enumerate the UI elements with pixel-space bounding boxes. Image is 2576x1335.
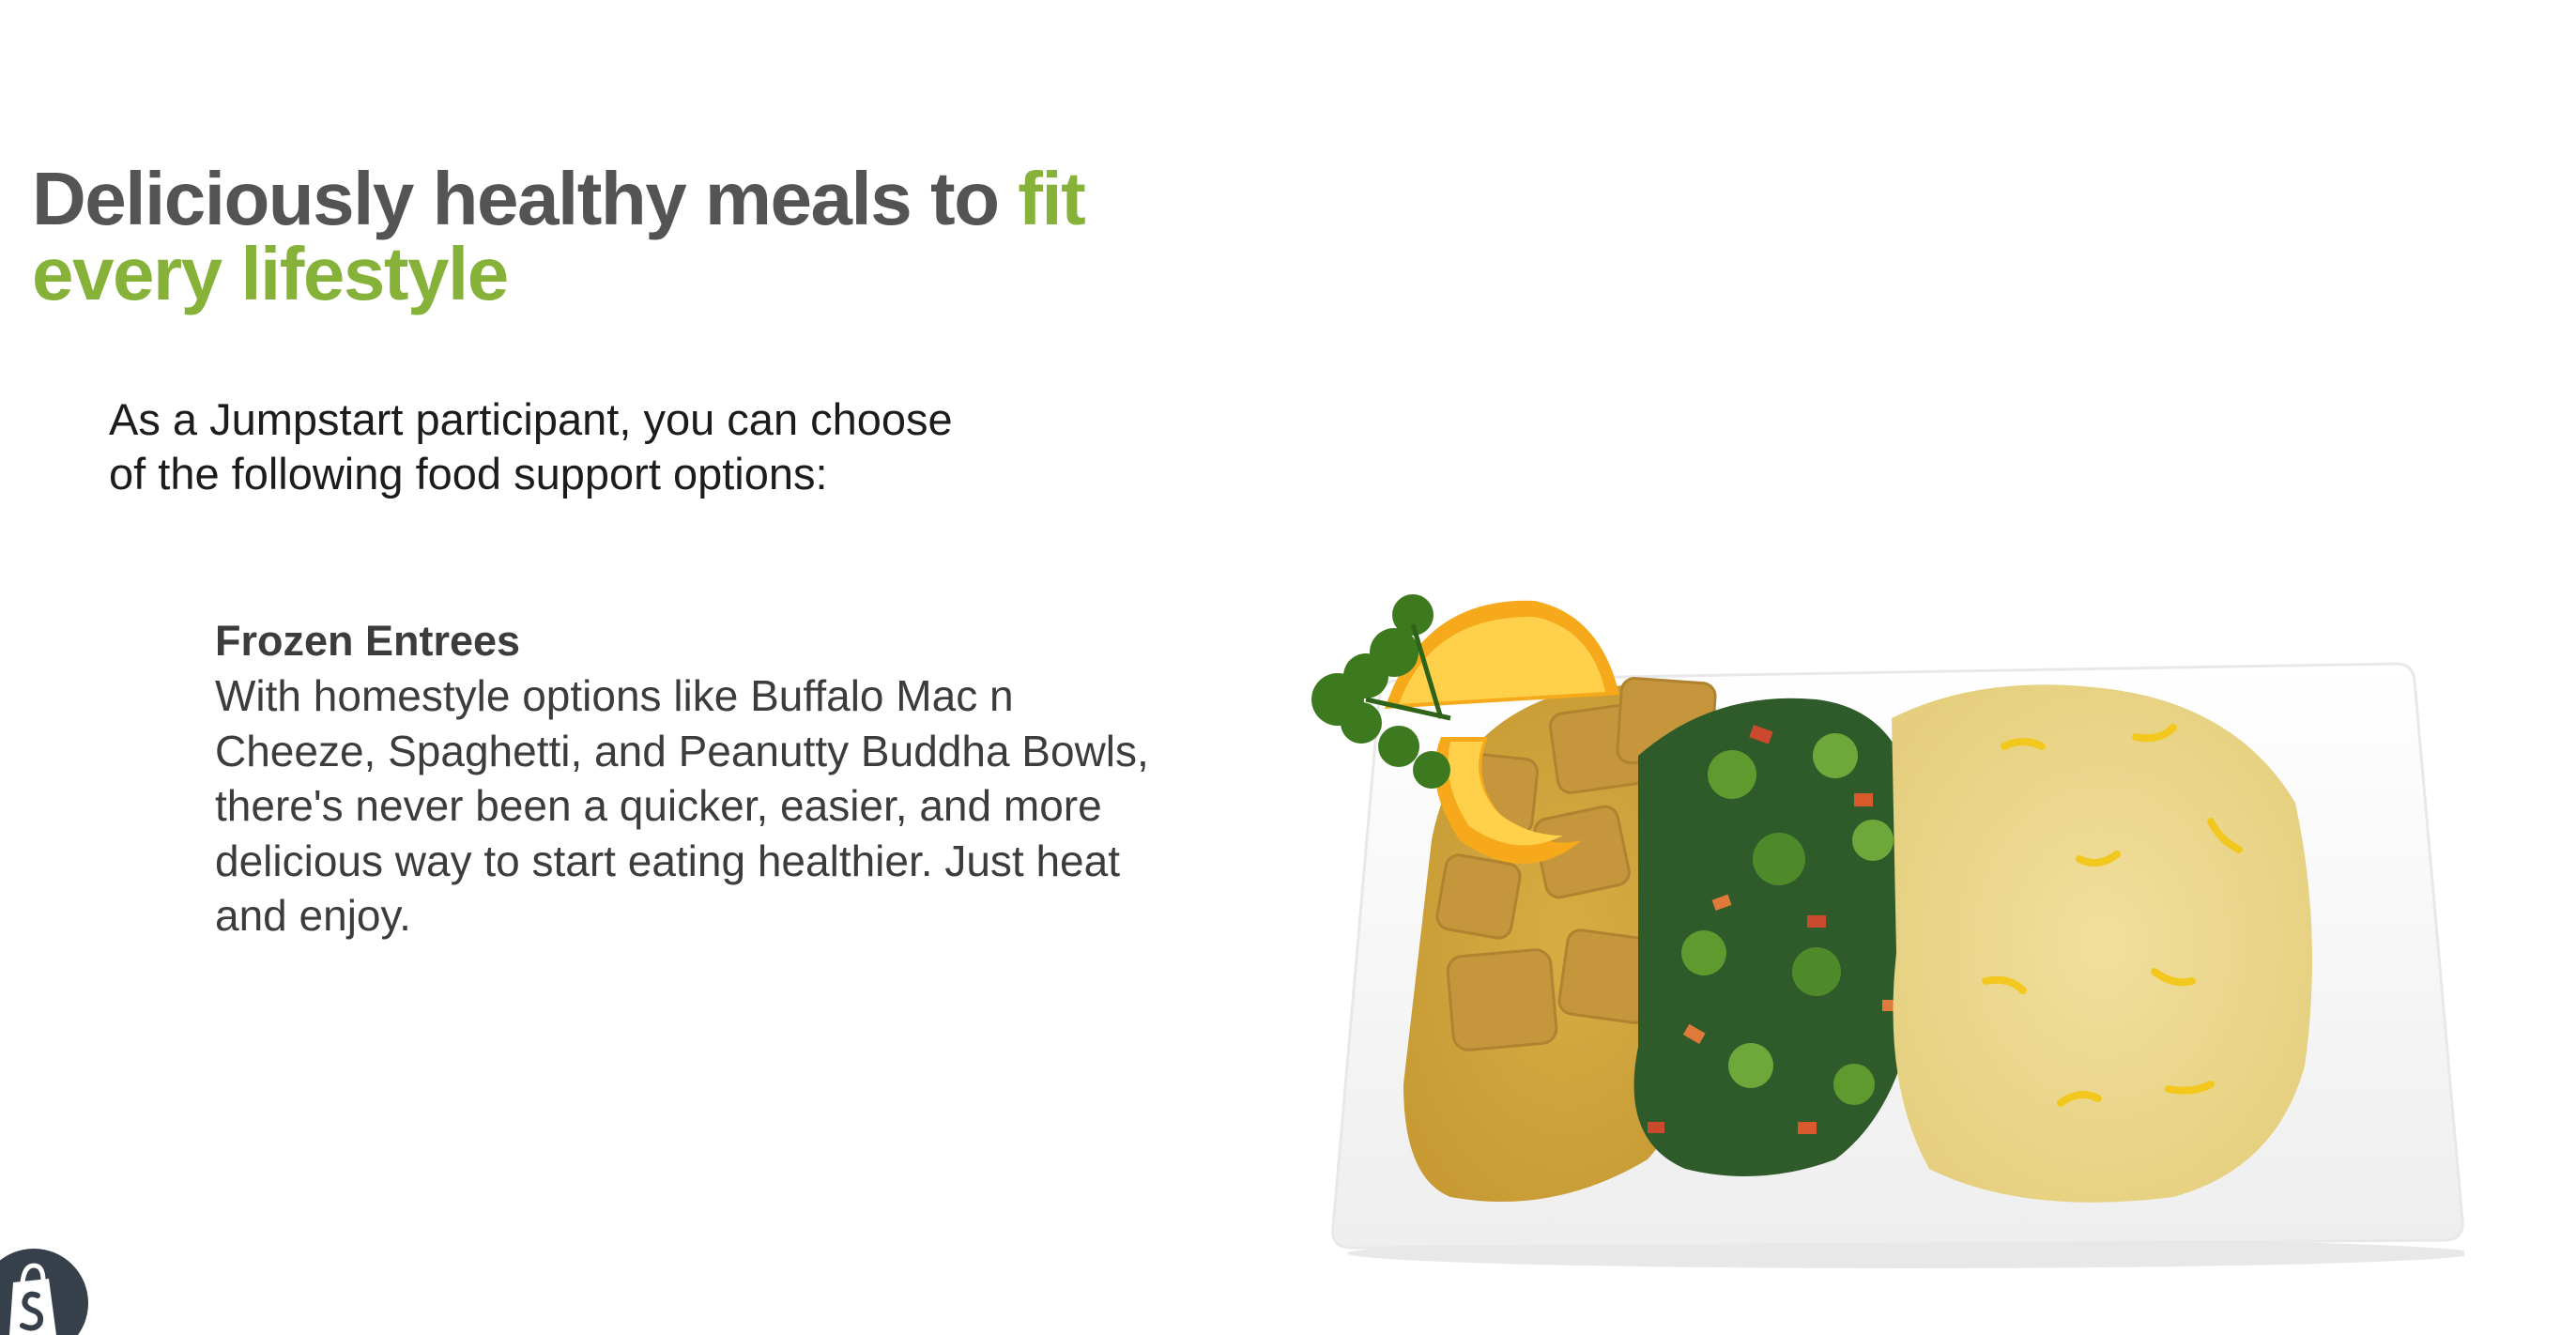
greens [1633,698,1920,1176]
option-description: With homestyle options like Buffalo Mac … [215,671,1149,940]
option-title: Frozen Entrees [215,617,521,665]
page-headline: Deliciously healthy meals to fit every l… [32,161,1158,312]
intro-line-1: As a Jumpstart participant, you can choo… [109,394,953,444]
shopify-bag-icon [9,1263,56,1335]
page: Deliciously healthy meals to fit every l… [0,0,2576,1335]
meal-photo [1311,594,2464,1268]
headline-text: Deliciously healthy meals to [32,157,1019,240]
intro-text: As a Jumpstart participant, you can choo… [109,392,1048,501]
couscous [1892,684,2312,1203]
intro-line-2: of the following food support options: [109,449,828,499]
food-option-frozen-entrees: Frozen Entrees With homestyle options li… [215,614,1210,944]
shopify-badge[interactable] [0,1249,88,1335]
